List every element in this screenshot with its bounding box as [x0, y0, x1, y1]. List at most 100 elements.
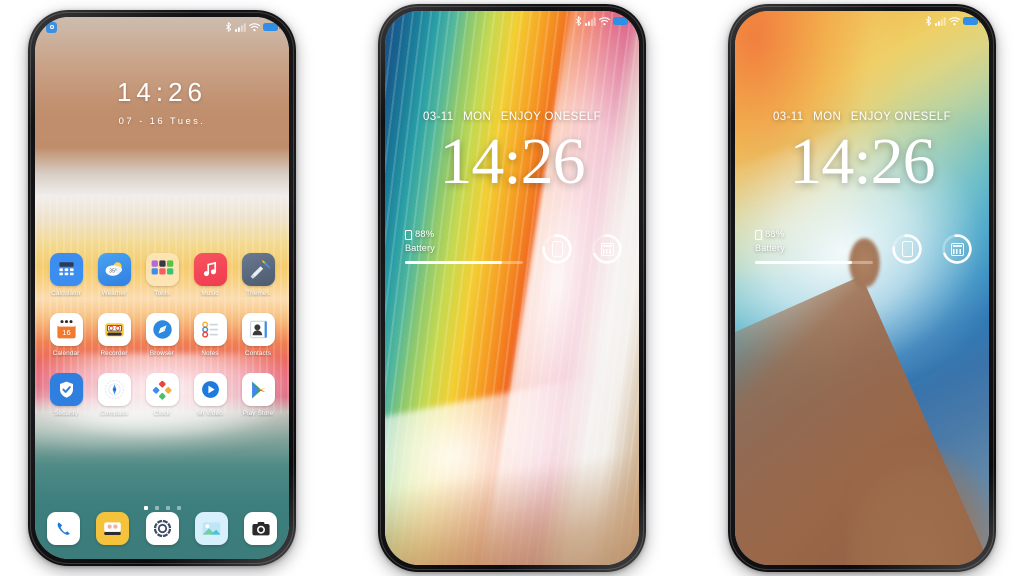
app-label: Browser — [149, 350, 175, 357]
battery-progress-bar — [405, 261, 523, 265]
app-clock[interactable]: Clock — [140, 373, 184, 417]
lock-clock-time: 14:26 — [789, 125, 935, 198]
battery-percent: 88% — [415, 229, 435, 240]
app-notes[interactable]: Notes — [188, 313, 232, 357]
app-compass[interactable]: Compass — [92, 373, 136, 417]
app-label: Calendar — [52, 350, 80, 357]
lock-date: 03-11 — [422, 111, 454, 123]
theme-preview-stage: 14:26 07 - 16 Tues. Calculator 35° Weath… — [0, 0, 1024, 576]
app-calculator[interactable]: Calculator — [44, 253, 88, 297]
lock-clock-time: 14:26 — [439, 125, 585, 198]
compass-browser-icon — [145, 313, 179, 346]
wifi-icon — [249, 22, 260, 31]
play-store-icon — [241, 373, 275, 406]
calculator-shortcut-button[interactable] — [941, 233, 973, 265]
calendar-icon: 16 — [49, 313, 83, 346]
battery-icon — [263, 23, 281, 31]
lock-greeting: ENJOY ONESELF — [850, 111, 952, 123]
lock-date: 03-11 — [772, 111, 804, 123]
shield-check-icon — [49, 373, 83, 406]
folder-icon — [145, 253, 179, 286]
app-music[interactable]: Music — [188, 253, 232, 297]
play-circle-icon — [193, 373, 227, 406]
battery-icon — [963, 17, 981, 25]
app-themes[interactable]: Themes — [236, 253, 280, 297]
calculator-icon — [49, 253, 83, 286]
lock-screen-content: 03-11 MON ENJOY ONESELF 14:26 88% Batter… — [385, 11, 639, 565]
app-label: Mi Video — [197, 410, 223, 417]
calculator-outline-icon — [950, 242, 964, 256]
page-dot[interactable] — [165, 506, 170, 510]
app-label: Tools — [154, 290, 170, 297]
phone-device-home: 14:26 07 - 16 Tues. Calculator 35° Weath… — [28, 10, 296, 566]
app-weather[interactable]: 35° Weather — [92, 253, 136, 297]
battery-phone-icon — [405, 229, 412, 240]
app-label: Notes — [201, 350, 219, 357]
calculator-outline-icon — [600, 242, 614, 256]
lock-date-line: 03-11 MON ENJOY ONESELF — [385, 111, 639, 123]
home-clock-time: 14:26 — [116, 77, 208, 107]
recorder-icon — [97, 313, 131, 346]
lock-date-line: 03-11 MON ENJOY ONESELF — [735, 111, 989, 123]
calculator-shortcut-button[interactable] — [591, 233, 623, 265]
bluetooth-icon — [926, 16, 932, 26]
dock-camera-icon[interactable] — [244, 512, 277, 545]
page-dot[interactable] — [154, 506, 159, 510]
app-label: Themes — [246, 290, 270, 297]
app-label: Security — [54, 410, 78, 417]
status-bar — [385, 11, 639, 31]
dock-phone-icon[interactable] — [47, 512, 80, 545]
phone-screen-lock-rainbow[interactable]: 03-11 MON ENJOY ONESELF 14:26 88% Batter… — [385, 11, 639, 565]
bluetooth-icon — [226, 22, 232, 32]
weather-icon: 35° — [97, 253, 131, 286]
app-calendar[interactable]: 16 Calendar — [44, 313, 88, 357]
app-label: Music — [201, 290, 219, 297]
lock-screen-content: 03-11 MON ENJOY ONESELF 14:26 88% Batter… — [735, 11, 989, 565]
dock-gallery-icon[interactable] — [194, 512, 228, 545]
app-contacts[interactable]: Contacts — [236, 313, 280, 357]
app-recorder[interactable]: Recorder — [92, 313, 136, 357]
dock — [35, 512, 289, 545]
page-dot[interactable] — [143, 506, 148, 510]
bluetooth-icon — [576, 16, 582, 26]
app-row: Security Compass Clock Mi Video Play Sto… — [44, 373, 280, 417]
status-bar — [735, 11, 989, 31]
app-label: Calculator — [51, 290, 81, 297]
phone-shortcut-button[interactable] — [891, 233, 923, 265]
phone-screen-home[interactable]: 14:26 07 - 16 Tues. Calculator 35° Weath… — [35, 17, 289, 559]
themes-brush-icon — [241, 253, 275, 286]
battery-phone-icon — [755, 229, 762, 240]
app-mi-video[interactable]: Mi Video — [188, 373, 232, 417]
contacts-card-icon — [241, 313, 275, 346]
lock-battery-widget: 88% Battery — [755, 229, 873, 265]
lock-shortcuts — [541, 233, 623, 265]
clock-diamonds-icon — [145, 373, 179, 406]
app-browser[interactable]: Browser — [140, 313, 184, 357]
phone-shortcut-button[interactable] — [541, 233, 573, 265]
weather-temp: 35° — [109, 268, 117, 274]
status-bar — [35, 17, 289, 37]
battery-label: Battery — [755, 243, 785, 253]
dock-messages-icon[interactable] — [96, 512, 130, 545]
app-tools-folder[interactable]: Tools — [140, 253, 184, 297]
phone-screen-lock-sand[interactable]: 03-11 MON ENJOY ONESELF 14:26 88% Batter… — [735, 11, 989, 565]
home-clock-date: 07 - 16 Tues. — [118, 116, 206, 127]
lock-greeting: ENJOY ONESELF — [500, 111, 602, 123]
phone-device-lock-rainbow: 03-11 MON ENJOY ONESELF 14:26 88% Batter… — [378, 4, 646, 572]
app-label: Weather — [101, 290, 127, 297]
page-dot[interactable] — [176, 506, 181, 510]
dock-settings-icon[interactable] — [145, 512, 179, 545]
shield-badge-icon — [46, 21, 57, 33]
phone-outline-icon — [551, 241, 563, 257]
battery-label: Battery — [405, 243, 435, 253]
app-label: Play Store — [242, 410, 274, 417]
lock-battery-widget: 88% Battery — [405, 229, 523, 265]
battery-icon — [613, 17, 631, 25]
app-play-store[interactable]: Play Store — [236, 373, 280, 417]
app-security[interactable]: Security — [44, 373, 88, 417]
app-label: Clock — [153, 410, 171, 417]
lock-shortcuts — [891, 233, 973, 265]
app-label: Compass — [100, 410, 128, 417]
page-indicator[interactable] — [35, 506, 289, 510]
app-label: Recorder — [100, 350, 128, 357]
